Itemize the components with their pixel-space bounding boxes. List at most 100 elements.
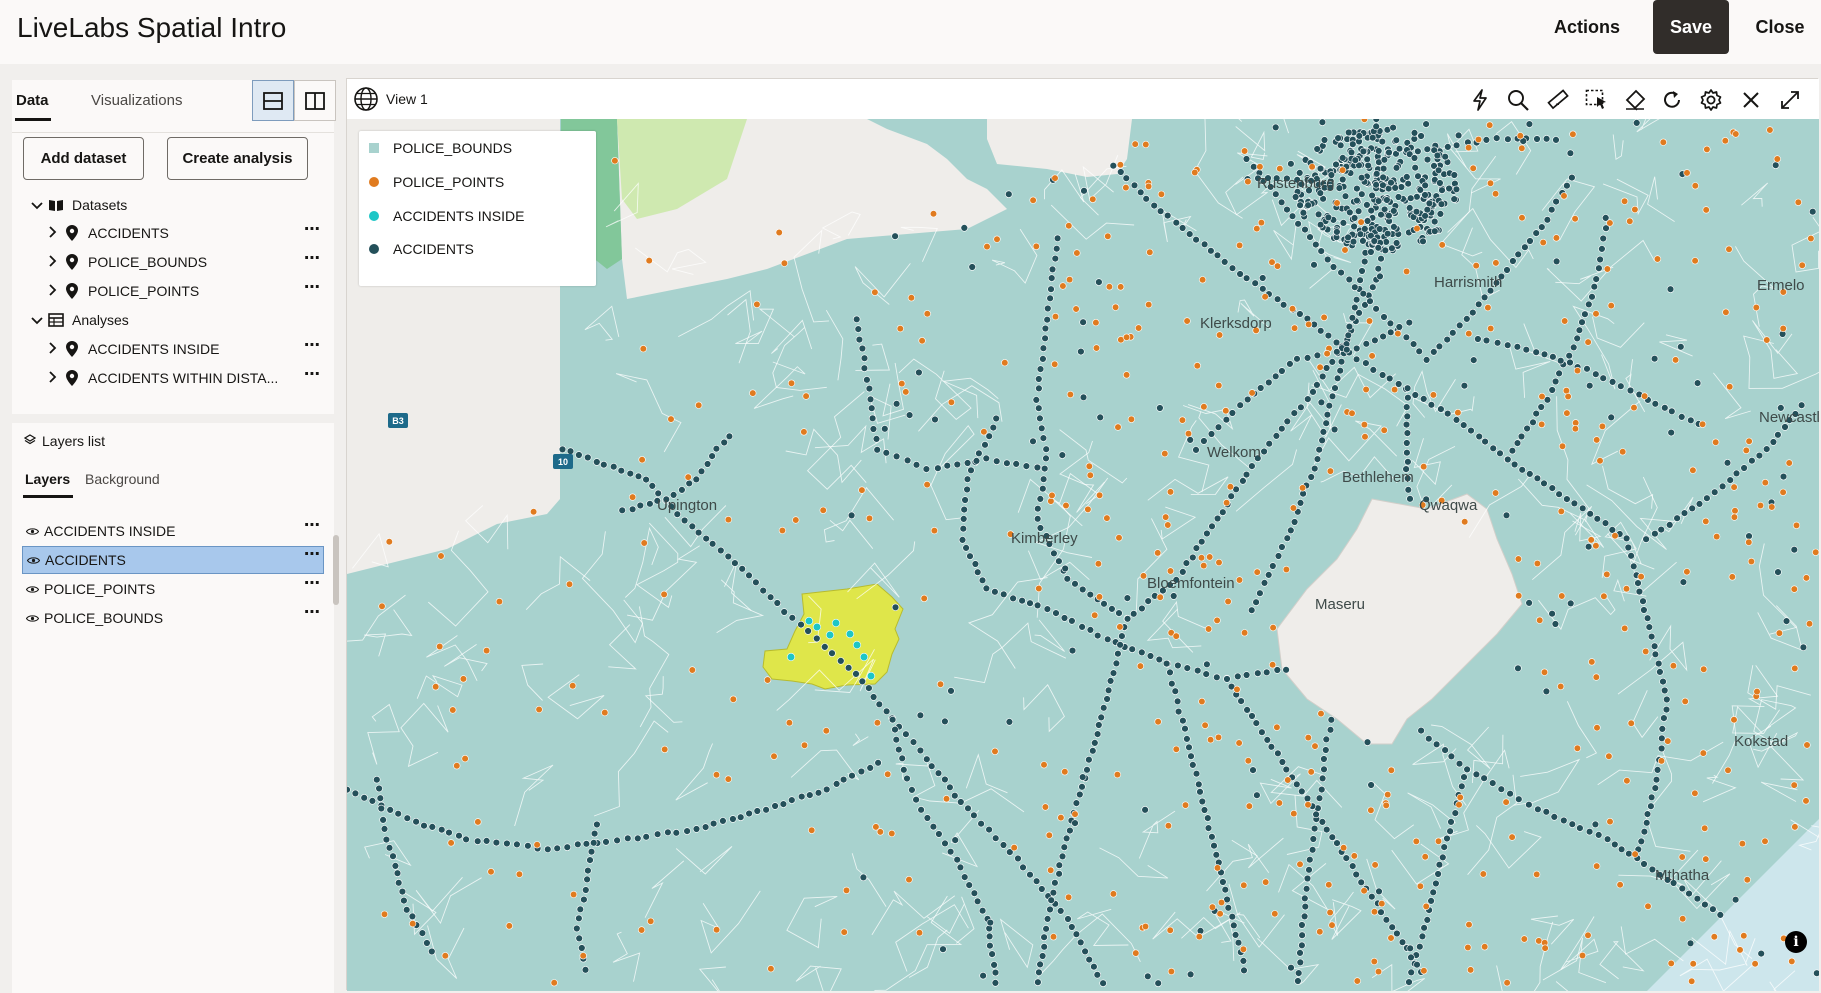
tree-item-accidents[interactable]: ACCIDENTS bbox=[46, 221, 169, 245]
accident-point bbox=[927, 762, 936, 770]
accident-point bbox=[1253, 791, 1261, 799]
accident-point bbox=[1100, 600, 1108, 608]
more-options-icon[interactable]: ⋯ bbox=[304, 248, 320, 268]
police-point bbox=[1065, 276, 1074, 284]
eye-icon[interactable] bbox=[26, 614, 40, 623]
add-dataset-button[interactable]: Add dataset bbox=[23, 137, 144, 180]
police-point bbox=[1691, 257, 1699, 265]
tab-data[interactable]: Data bbox=[16, 92, 49, 109]
more-options-icon[interactable]: ⋯ bbox=[304, 277, 320, 297]
accident-point bbox=[1085, 755, 1093, 764]
create-analysis-button[interactable]: Create analysis bbox=[167, 137, 308, 180]
police-point bbox=[1434, 837, 1443, 845]
accident-point bbox=[891, 603, 900, 611]
tree-item-accidents-within-distance[interactable]: ACCIDENTS WITHIN DISTA... bbox=[46, 366, 278, 390]
accident-point bbox=[1469, 308, 1477, 317]
police-point bbox=[1122, 183, 1130, 192]
tree-group-datasets[interactable]: Datasets bbox=[30, 193, 127, 217]
tab-visualizations[interactable]: Visualizations bbox=[91, 92, 182, 109]
tree-item-accidents-inside[interactable]: ACCIDENTS INSIDE bbox=[46, 337, 219, 361]
police-point bbox=[1201, 721, 1209, 729]
tree-item-label: ACCIDENTS INSIDE bbox=[88, 341, 220, 357]
tree-item-police-bounds[interactable]: POLICE_BOUNDS bbox=[46, 250, 207, 274]
layer-row[interactable]: POLICE_BOUNDS bbox=[22, 604, 324, 632]
eye-icon[interactable] bbox=[26, 527, 40, 536]
accident-point bbox=[473, 837, 482, 845]
panel-scrollbar[interactable] bbox=[333, 535, 339, 605]
accident-point bbox=[947, 687, 955, 695]
police-point bbox=[764, 676, 772, 684]
more-options-icon[interactable]: ⋯ bbox=[304, 602, 320, 622]
accident-point bbox=[916, 711, 925, 719]
police-point bbox=[871, 288, 879, 296]
more-options-icon[interactable]: ⋯ bbox=[304, 364, 320, 384]
police-point bbox=[842, 886, 851, 895]
place-label: Upington bbox=[657, 497, 718, 514]
accident-point bbox=[935, 830, 943, 838]
police-point bbox=[533, 841, 541, 849]
settings-icon[interactable] bbox=[1697, 86, 1725, 114]
accident-point bbox=[1771, 161, 1780, 169]
accident-point bbox=[1312, 810, 1320, 819]
accident-point bbox=[1403, 412, 1412, 421]
info-icon[interactable]: i bbox=[1785, 931, 1807, 953]
accident-point bbox=[1034, 978, 1042, 986]
accident-point bbox=[1056, 907, 1065, 915]
refresh-icon[interactable] bbox=[1658, 86, 1686, 114]
accident-point bbox=[1224, 904, 1232, 912]
police-point bbox=[1730, 513, 1738, 521]
accident-point bbox=[991, 588, 999, 596]
save-button[interactable]: Save bbox=[1653, 0, 1729, 54]
accident-point bbox=[1362, 340, 1370, 348]
layout-side-by-side-button[interactable] bbox=[294, 80, 336, 121]
layout-stacked-button[interactable] bbox=[252, 80, 294, 121]
police-point bbox=[1269, 624, 1277, 632]
police-point bbox=[1587, 536, 1595, 544]
accident-point bbox=[1183, 735, 1191, 743]
close-icon[interactable] bbox=[1737, 86, 1765, 114]
accident-point bbox=[1585, 827, 1594, 836]
more-options-icon[interactable]: ⋯ bbox=[304, 515, 320, 535]
police-point bbox=[1593, 724, 1601, 732]
eye-icon[interactable] bbox=[27, 556, 41, 565]
police-point bbox=[888, 829, 896, 838]
accident-point bbox=[1504, 135, 1512, 143]
accident-point bbox=[874, 759, 882, 767]
map-canvas[interactable]: POLICE_BOUNDS POLICE_POINTS ACCIDENTS IN… bbox=[347, 119, 1819, 991]
lightning-icon[interactable] bbox=[1466, 86, 1494, 114]
accident-point bbox=[1394, 193, 1403, 201]
tab-background[interactable]: Background bbox=[85, 471, 160, 487]
accident-point bbox=[1306, 855, 1314, 864]
search-icon[interactable] bbox=[1504, 86, 1532, 114]
eye-icon[interactable] bbox=[26, 585, 40, 594]
accident-point bbox=[386, 806, 394, 814]
accident-point bbox=[1382, 916, 1391, 924]
police-point bbox=[1326, 908, 1334, 917]
accident-point bbox=[1364, 161, 1372, 170]
square-swatch-icon bbox=[369, 143, 379, 153]
police-point bbox=[1763, 336, 1771, 344]
police-point bbox=[1235, 739, 1243, 747]
accident-point bbox=[694, 528, 703, 537]
expand-icon[interactable] bbox=[1776, 86, 1804, 114]
tree-group-analyses[interactable]: Analyses bbox=[30, 308, 129, 332]
ruler-icon[interactable] bbox=[1544, 86, 1572, 114]
layer-row-selected[interactable]: ACCIDENTS bbox=[22, 546, 324, 574]
close-button[interactable]: Close bbox=[1742, 0, 1818, 54]
tree-item-police-points[interactable]: POLICE_POINTS bbox=[46, 279, 199, 303]
accident-point bbox=[1259, 285, 1267, 293]
actions-button[interactable]: Actions bbox=[1530, 0, 1644, 54]
more-options-icon[interactable]: ⋯ bbox=[304, 219, 320, 239]
accident-point bbox=[1317, 785, 1326, 794]
accident-point bbox=[1709, 905, 1717, 913]
more-options-icon[interactable]: ⋯ bbox=[304, 573, 320, 593]
select-area-icon[interactable] bbox=[1583, 86, 1611, 114]
more-options-icon[interactable]: ⋯ bbox=[304, 335, 320, 355]
tab-layers[interactable]: Layers bbox=[25, 471, 70, 487]
police-point bbox=[1702, 855, 1710, 863]
layer-row[interactable]: POLICE_POINTS bbox=[22, 575, 324, 603]
police-point bbox=[923, 310, 931, 318]
eraser-icon[interactable] bbox=[1621, 86, 1649, 114]
layer-row[interactable]: ACCIDENTS INSIDE bbox=[22, 517, 324, 545]
more-options-icon[interactable]: ⋯ bbox=[304, 544, 320, 564]
